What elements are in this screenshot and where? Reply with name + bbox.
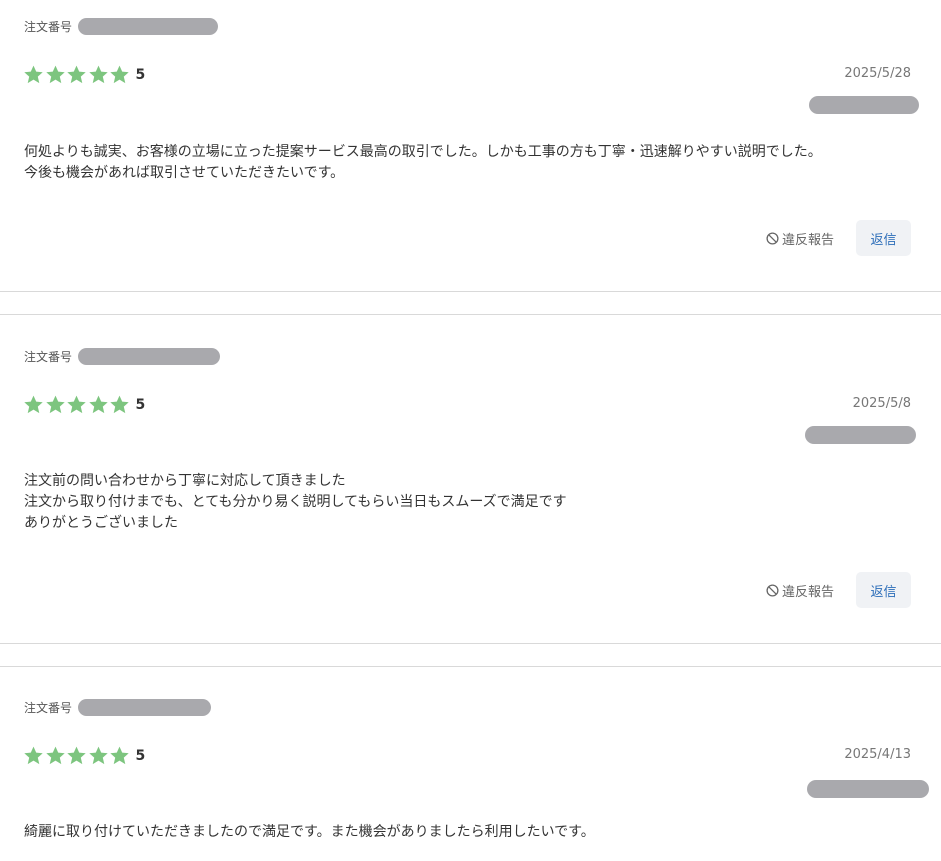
review-card: 注文番号 5 2025/5/8 注文前の問い合わせから丁寧に対応して頂きました … — [0, 315, 941, 643]
review-text-line: 綺麗に取り付けていただきましたので満足です。また機会がありましたら利用したいです… — [24, 824, 595, 840]
rating: 5 — [23, 394, 145, 415]
review-card: 注文番号 5 2025/4/13 綺麗に取り付けていただきましたので満足です。ま… — [0, 667, 941, 861]
review-text-line: ありがとうございました — [24, 515, 178, 531]
star-icon — [110, 746, 129, 765]
report-label: 違反報告 — [781, 232, 834, 248]
rating: 5 — [23, 745, 145, 766]
star-icon — [24, 395, 43, 414]
order-number-redacted — [78, 348, 221, 365]
review-text-line: 注文前の問い合わせから丁寧に対応して頂きました — [24, 473, 346, 489]
review-date: 2025/5/28 — [844, 66, 911, 81]
prohibited-icon — [766, 231, 779, 245]
star-icon — [88, 65, 108, 84]
report-button[interactable]: 違反報告 — [766, 581, 834, 600]
star-icon — [88, 746, 108, 765]
order-number-row: 注文番号 — [24, 348, 221, 365]
reply-button[interactable]: 返信 — [856, 220, 911, 256]
order-number-label: 注文番号 — [24, 350, 73, 364]
star-icon — [67, 395, 86, 414]
star-icon — [45, 395, 65, 414]
star-icon — [45, 746, 65, 765]
review-actions: 違反報告 返信 — [766, 220, 911, 256]
report-label: 違反報告 — [781, 584, 834, 600]
star-rating — [23, 394, 131, 415]
star-icon — [24, 65, 43, 84]
review-date: 2025/4/13 — [844, 747, 911, 762]
star-icon — [88, 395, 108, 414]
prohibited-icon — [766, 583, 779, 597]
star-icon — [110, 65, 129, 84]
divider — [0, 291, 941, 292]
reviewer-name-redacted — [809, 96, 919, 114]
order-number-redacted — [78, 18, 219, 35]
rating-score: 5 — [135, 66, 146, 83]
report-button[interactable]: 違反報告 — [766, 229, 834, 248]
star-icon — [67, 746, 86, 765]
star-icon — [24, 746, 43, 765]
order-number-row: 注文番号 — [24, 18, 219, 35]
order-number-redacted — [78, 699, 212, 716]
reviewer-name-redacted — [807, 780, 929, 798]
divider — [0, 643, 941, 644]
review-text-line: 何処よりも誠実、お客様の立場に立った提案サービス最高の取引でした。しかも工事の方… — [24, 144, 822, 160]
review-card: 注文番号 5 2025/5/28 何処よりも誠実、お客様の立場に立った提案サービ… — [0, 0, 941, 291]
star-icon — [45, 65, 65, 84]
rating-score: 5 — [135, 747, 146, 764]
order-number-label: 注文番号 — [24, 20, 73, 34]
order-number-row: 注文番号 — [24, 699, 212, 716]
star-icon — [67, 65, 86, 84]
review-date: 2025/5/8 — [852, 396, 911, 411]
rating-score: 5 — [135, 396, 146, 413]
reviewer-name-redacted — [805, 426, 916, 444]
rating: 5 — [23, 64, 145, 85]
reply-button[interactable]: 返信 — [856, 572, 911, 608]
review-text: 綺麗に取り付けていただきましたので満足です。また機会がありましたら利用したいです… — [24, 822, 924, 843]
star-rating — [23, 745, 131, 766]
star-rating — [23, 64, 131, 85]
order-number-label: 注文番号 — [24, 701, 73, 715]
review-actions: 違反報告 返信 — [766, 572, 911, 608]
star-icon — [110, 395, 129, 414]
review-text: 何処よりも誠実、お客様の立場に立った提案サービス最高の取引でした。しかも工事の方… — [24, 142, 924, 184]
review-text: 注文前の問い合わせから丁寧に対応して頂きました 注文から取り付けまでも、とても分… — [24, 471, 924, 534]
review-text-line: 注文から取り付けまでも、とても分かり易く説明してもらい当日もスムーズで満足です — [24, 494, 567, 510]
review-text-line: 今後も機会があれば取引させていただきたいです。 — [24, 165, 345, 181]
